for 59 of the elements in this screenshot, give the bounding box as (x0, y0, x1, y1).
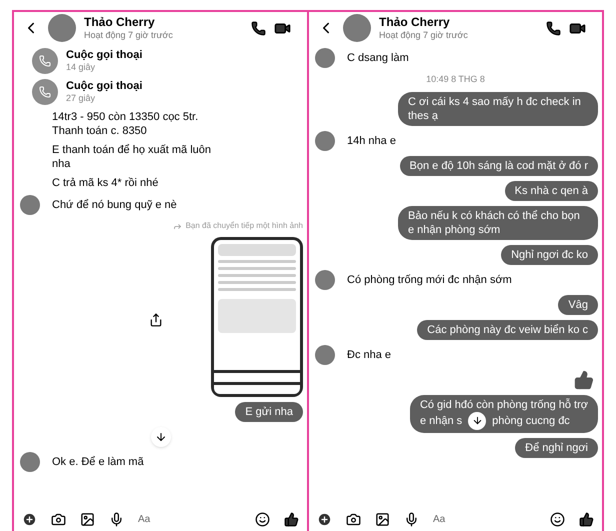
thumbs-up-icon[interactable] (284, 512, 299, 526)
forward-icon (172, 222, 182, 230)
message-text: C ơi cái ks 4 sao mấy h đc check in thes ạ (408, 94, 582, 122)
arrow-down-icon (154, 431, 166, 443)
message-text: Để nghỉ ngơi (525, 440, 588, 454)
message-text: E gửi nha (245, 405, 293, 419)
message-text: Bọn e độ 10h sáng là cod mặt ở đó r (410, 158, 588, 172)
received-message-text: C dsang làm (347, 51, 409, 65)
received-message-text: E thanh toán để họ xuất mã luôn nha (52, 143, 212, 171)
phone-icon[interactable] (546, 20, 561, 36)
received-message-text: Đc nha e (347, 348, 392, 362)
image-icon[interactable] (80, 512, 95, 526)
thumbs-up-icon (574, 370, 594, 390)
camera-icon[interactable] (346, 512, 361, 526)
message-input[interactable]: Aa (433, 512, 536, 526)
message-text: Ks nhà c qen à (514, 184, 588, 198)
message-text: Vâg (568, 298, 588, 312)
scroll-down-button[interactable] (468, 412, 486, 430)
image-icon[interactable] (375, 512, 390, 526)
call-title: Cuộc gọi thoại (66, 80, 142, 94)
microphone-icon[interactable] (404, 512, 419, 526)
emoji-icon[interactable] (550, 512, 565, 526)
scroll-down-button[interactable] (150, 427, 170, 447)
message-text: phòng cucng đc (492, 414, 570, 428)
message-text: Các phòng này đc veiw biển ko c (427, 322, 588, 336)
received-message-text: Có phòng trống mới đc nhận sớm (347, 272, 512, 286)
plus-icon[interactable] (317, 512, 332, 526)
contact-name: Thảo Cherry (84, 14, 156, 30)
share-icon[interactable] (149, 313, 163, 327)
call-duration: 27 giây (66, 93, 96, 104)
received-message-text: Ok e. Để e làm mã (52, 455, 144, 469)
message-text: Có gid hđó còn phòng trống hỗ trợ (420, 398, 588, 412)
message-text: e nhận s (420, 414, 462, 428)
microphone-icon[interactable] (109, 512, 124, 526)
message-input[interactable]: Aa (138, 512, 241, 526)
phone-screenshot-drawing[interactable] (211, 237, 303, 397)
contact-status: Hoạt động 7 giờ trước (379, 30, 469, 42)
call-duration: 14 giây (66, 62, 96, 74)
message-text: Nghỉ ngơi đc ko (511, 248, 588, 262)
received-message-text: C trả mã ks 4* rồi nhé (52, 176, 158, 190)
contact-status: Hoạt động 7 giờ trước (84, 30, 174, 42)
call-icon (32, 48, 58, 74)
received-message-text: Chứ để nó bung quỹ e nè (52, 198, 177, 212)
call-title: Cuộc gọi thoại (66, 48, 142, 62)
received-message-text: 14tr3 - 950 còn 13350 cọc 5tr. Thanh toán c. 8350 (52, 110, 200, 138)
forward-note: Bạn đã chuyển tiếp một hình ảnh (186, 220, 303, 232)
plus-icon[interactable] (22, 512, 37, 526)
arrow-down-icon (472, 415, 483, 426)
contact-name: Thảo Cherry (379, 14, 451, 30)
timestamp: 10:49 8 THG 8 (426, 73, 485, 86)
avatar (48, 14, 76, 42)
call-icon (32, 79, 58, 105)
phone-icon[interactable] (251, 20, 266, 36)
received-message-text: 14h nha e (347, 134, 396, 148)
avatar (343, 14, 371, 42)
message-text: Bảo nếu k có khách có thể cho bọn e nhận phòng sớm (408, 208, 581, 236)
thumbs-up-icon[interactable] (579, 512, 594, 526)
emoji-icon[interactable] (255, 512, 270, 526)
camera-icon[interactable] (51, 512, 66, 526)
